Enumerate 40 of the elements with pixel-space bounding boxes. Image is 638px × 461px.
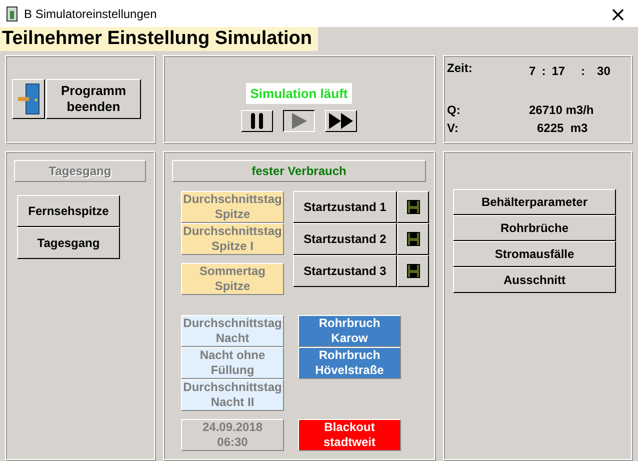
close-button[interactable]: × bbox=[598, 0, 638, 27]
exit-program-button[interactable]: Programm beenden bbox=[46, 79, 141, 119]
start-state-button[interactable]: Startzustand 3 bbox=[293, 255, 397, 287]
window-title: B Simulatoreinstellungen bbox=[24, 6, 158, 20]
fast-forward-button[interactable] bbox=[325, 110, 357, 132]
flow-label: Q: bbox=[447, 103, 462, 117]
start-state-button[interactable]: Startzustand 2 bbox=[293, 223, 397, 255]
pause-button[interactable] bbox=[241, 110, 273, 132]
settings-button[interactable]: Rohrbrüche bbox=[453, 215, 616, 241]
time-separator: : bbox=[581, 64, 586, 78]
flow-value: 26710 m3/h bbox=[528, 103, 595, 117]
save-button[interactable] bbox=[397, 223, 429, 255]
settings-button[interactable]: Behälterparameter bbox=[453, 189, 616, 215]
settings-button[interactable]: Ausschnitt bbox=[453, 267, 616, 293]
time-seconds: 30 bbox=[597, 64, 610, 78]
time-separator: : bbox=[542, 64, 546, 78]
settings-button[interactable]: Stromausfälle bbox=[453, 241, 616, 267]
time-minutes: 17 bbox=[552, 64, 566, 78]
save-button[interactable] bbox=[397, 255, 429, 287]
profile-button[interactable]: Fernsehspitze bbox=[17, 195, 120, 227]
profile-button[interactable]: Tagesgang bbox=[17, 227, 120, 259]
profile-button[interactable]: Rohrbruch Hövelstraße bbox=[298, 347, 401, 379]
profile-button[interactable]: Rohrbruch Karow bbox=[298, 315, 401, 347]
save-button[interactable] bbox=[397, 191, 429, 223]
fast-forward-icon bbox=[329, 113, 353, 129]
volume-value: 6225 m3 bbox=[536, 121, 589, 135]
profile-button[interactable]: Blackout stadtweit bbox=[298, 419, 401, 451]
daily-profile-title: Tagesgang bbox=[14, 160, 146, 182]
time-hours: 7 bbox=[529, 64, 536, 78]
volume-label: V: bbox=[447, 121, 460, 135]
door-icon bbox=[18, 83, 40, 115]
fixed-consumption-title: fester Verbrauch bbox=[172, 160, 426, 182]
start-state-button[interactable]: Startzustand 1 bbox=[293, 191, 397, 223]
play-icon bbox=[291, 113, 307, 129]
app-icon bbox=[6, 6, 18, 22]
pause-icon bbox=[250, 113, 264, 129]
time-label: Zeit: bbox=[447, 61, 474, 75]
page-heading: Teilnehmer Einstellung Simulation bbox=[0, 27, 318, 51]
simulation-status: Simulation läuft bbox=[246, 83, 352, 104]
exit-door-button[interactable] bbox=[12, 79, 45, 119]
